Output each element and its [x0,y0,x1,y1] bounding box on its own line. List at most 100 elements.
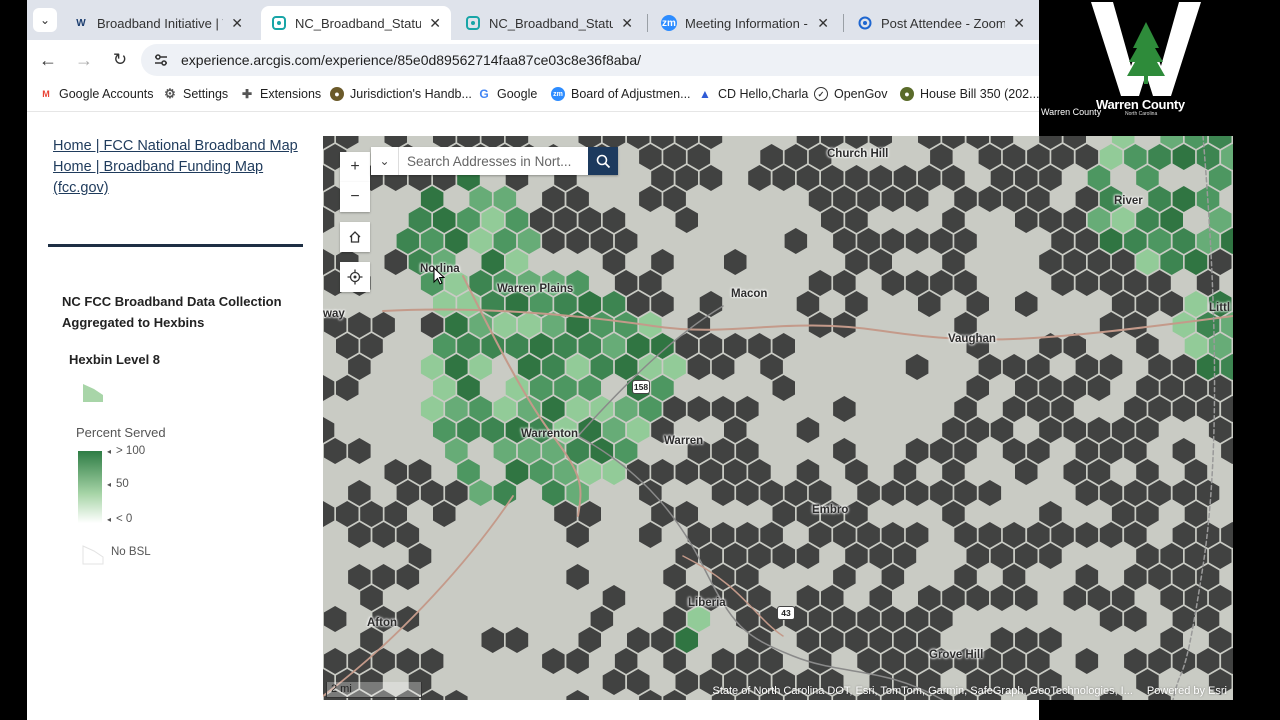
hexbin-cell[interactable] [869,249,893,275]
hexbin-cell[interactable] [881,270,905,296]
hexbin-cell[interactable] [517,228,541,254]
hexbin-cell[interactable] [808,480,832,506]
hexbin-cell[interactable] [517,312,541,338]
bookmark-google-accounts[interactable]: M Google Accounts [39,87,153,101]
hexbin-cell[interactable] [1148,144,1171,170]
hexbin-cell[interactable] [1111,501,1135,527]
hexbin-cell[interactable] [1075,522,1099,548]
hexbin-cell[interactable] [954,396,977,422]
hexbin-cell[interactable] [602,291,626,317]
hexbin-cell[interactable] [1184,333,1208,359]
hexbin-cell[interactable] [1075,564,1099,590]
hexbin-cell[interactable] [1015,543,1038,569]
bookmark-house-bill-350[interactable]: ● House Bill 350 (202... [900,87,1040,101]
hexbin-cell[interactable] [614,438,638,464]
hexbin-cell[interactable] [396,480,420,506]
hexbin-cell[interactable] [1075,144,1099,170]
hexbin-cell[interactable] [554,207,577,233]
hexbin-cell[interactable] [1148,480,1171,506]
hexbin-cell[interactable] [1063,207,1087,233]
hexbin-cell[interactable] [687,396,711,422]
hexbin-cell[interactable] [530,459,553,485]
hexbin-cell[interactable] [796,459,820,485]
hexbin-cell[interactable] [1051,228,1074,254]
hexbin-cell[interactable] [869,627,893,653]
hexbin-cell[interactable] [1208,543,1232,569]
hexbin-cell[interactable] [1039,249,1062,275]
hexbin-cell[interactable] [1196,354,1220,380]
hexbin-cell[interactable] [808,648,832,674]
hexbin-cell[interactable] [905,606,929,632]
hexbin-cell[interactable] [869,543,893,569]
hexbin-cell[interactable] [1160,543,1183,569]
back-button[interactable]: ← [36,48,60,72]
hexbin-cell[interactable] [784,144,808,170]
hexbin-cell[interactable] [881,186,905,212]
hexbin-cell[interactable] [1075,480,1099,506]
hexbin-cell[interactable] [905,270,929,296]
hexbin-cell[interactable] [445,354,468,380]
hexbin-cell[interactable] [675,627,699,653]
hexbin-cell[interactable] [1172,606,1196,632]
hexbin-cell[interactable] [845,627,868,653]
hexbin-cell[interactable] [663,396,686,422]
hexbin-cell[interactable] [724,417,747,443]
tab-post-attendee[interactable]: Post Attendee - Zoom ✕ [847,6,1035,40]
hexbin-cell[interactable] [1124,564,1147,590]
hexbin-cell[interactable] [445,480,468,506]
hexbin-cell[interactable] [1124,228,1147,254]
hexbin-cell[interactable] [711,564,735,590]
hexbin-cell[interactable] [930,480,953,506]
hexbin-cell[interactable] [445,312,468,338]
hexbin-cell[interactable] [602,459,626,485]
hexbin-cell[interactable] [1002,396,1026,422]
hexbin-cell[interactable] [566,354,589,380]
hexbin-cell[interactable] [1160,207,1183,233]
hexbin-cell[interactable] [1221,438,1233,464]
hexbin-cell[interactable] [930,438,953,464]
hexbin-cell[interactable] [1184,291,1208,317]
hexbin-cell[interactable] [1015,585,1038,611]
bookmark-opengov[interactable]: ✓ OpenGov [814,87,888,101]
hexbin-cell[interactable] [736,606,759,632]
hexbin-cell[interactable] [808,606,832,632]
hexbin-cell[interactable] [1099,354,1123,380]
hexbin-cell[interactable] [323,606,347,632]
hexbin-cell[interactable] [954,522,977,548]
hexbin-cell[interactable] [651,249,674,275]
hexbin-cell[interactable] [433,417,456,443]
hexbin-cell[interactable] [736,564,759,590]
hexbin-cell[interactable] [651,333,674,359]
hexbin-cell[interactable] [1002,186,1026,212]
hexbin-cell[interactable] [942,459,965,485]
hexbin-cell[interactable] [1087,459,1111,485]
hexbin-cell[interactable] [1148,354,1171,380]
hexbin-cell[interactable] [760,144,783,170]
search-button[interactable] [588,147,618,175]
hexbin-cell[interactable] [930,606,953,632]
hexbin-cell[interactable] [323,375,335,401]
hexbin-cell[interactable] [469,228,492,254]
hexbin-cell[interactable] [1136,333,1159,359]
hexbin-cell[interactable] [420,354,444,380]
hexbin-cell[interactable] [396,564,420,590]
hexbin-cell[interactable] [905,354,929,380]
address-search-input[interactable] [401,147,586,175]
hexbin-cell[interactable] [360,585,383,611]
hexbin-cell[interactable] [578,333,602,359]
hexbin-cell[interactable] [881,606,905,632]
hexbin-cell[interactable] [918,291,941,317]
hexbin-cell[interactable] [1124,648,1147,674]
bookmark-settings[interactable]: ⚙ Settings [163,86,228,101]
hexbin-cell[interactable] [1087,375,1111,401]
hexbin-cell[interactable] [1099,522,1123,548]
hexbin-cell[interactable] [1015,375,1038,401]
hexbin-cell[interactable] [833,522,856,548]
hexbin-cell[interactable] [784,228,808,254]
hexbin-cell[interactable] [1208,375,1232,401]
hexbin-cell[interactable] [1124,522,1147,548]
hexbin-cell[interactable] [1099,312,1123,338]
hexbin-cell[interactable] [1124,144,1147,170]
hexbin-cell[interactable] [639,480,662,506]
hexbin-cell[interactable] [687,144,711,170]
